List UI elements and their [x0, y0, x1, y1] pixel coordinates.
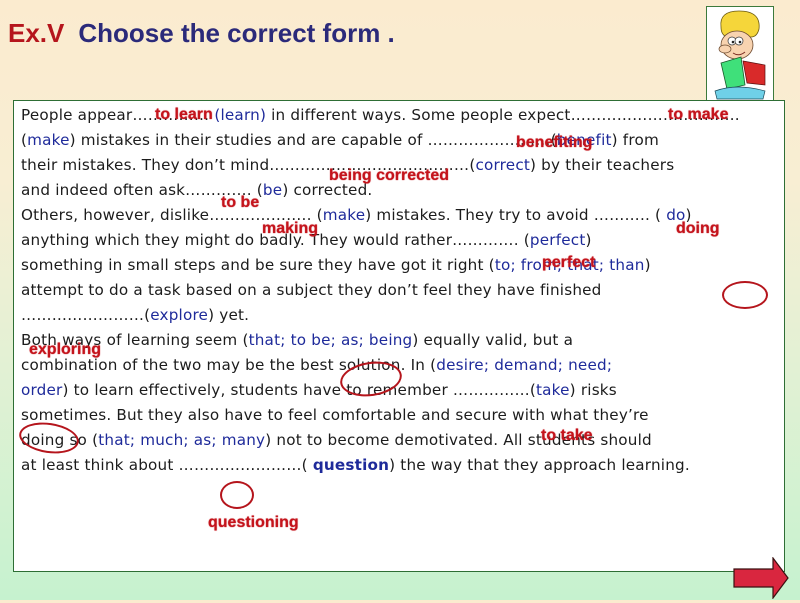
answer-doing: doing — [676, 220, 720, 237]
verb-hint: explore — [150, 306, 209, 324]
verb-hint: that; to be; as; being — [248, 331, 413, 349]
sentence-text: ) not to become demotivated. All student… — [265, 431, 652, 449]
answer-to-be: to be — [221, 194, 260, 211]
answer-perfect: perfect — [542, 254, 596, 271]
exercise-line: (make) mistakes in their studies and are… — [21, 128, 781, 153]
sentence-text: ) the way that they approach learning. — [389, 456, 690, 474]
sentence-text: ) risks — [569, 381, 617, 399]
exercise-line: People appear…………… (learn) in different … — [21, 103, 781, 128]
exercise-line: order) to learn effectively, students ha… — [21, 378, 781, 403]
answer-to-take: to take — [541, 427, 593, 444]
sentence-text: at least think about ……………………( — [21, 456, 313, 474]
answer-being-corrected: being corrected — [329, 167, 450, 184]
answer-circle-question — [220, 481, 254, 509]
sentence-text: ……………………( — [21, 306, 151, 324]
exercise-text: People appear…………… (learn) in different … — [21, 103, 781, 478]
sentence-text: ) from — [611, 131, 659, 149]
sentence-text: ) — [585, 231, 592, 249]
answer-questioning: questioning — [208, 514, 299, 531]
sentence-text: ) mistakes in their studies and are capa… — [69, 131, 557, 149]
verb-hint: be — [262, 181, 283, 199]
sentence-text: attempt to do a task based on a subject … — [21, 281, 602, 299]
exercise-line: at least think about ……………………( question)… — [21, 453, 781, 478]
verb-hint: make — [27, 131, 70, 149]
exercise-number: Ex.V — [8, 18, 65, 48]
verb-hint: order — [21, 381, 63, 399]
answer-making: making — [262, 220, 319, 237]
verb-hint: make — [322, 206, 366, 224]
exercise-line: something in small steps and be sure the… — [21, 253, 781, 278]
verb-hint: desire; demand; need; — [436, 356, 613, 374]
exercise-line: attempt to do a task based on a subject … — [21, 278, 781, 303]
verb-hint: perfect — [529, 231, 586, 249]
answer-to-make: to make — [668, 106, 729, 123]
exercise-line: sometimes. But they also have to feel co… — [21, 403, 781, 428]
boy-reading-book-icon — [706, 6, 774, 102]
slide-title: Ex.V Choose the correct form . — [8, 18, 395, 49]
next-arrow-icon — [733, 556, 789, 600]
sentence-text: ) by their teachers — [530, 156, 675, 174]
answer-benefiting: benefiting — [516, 134, 593, 151]
sentence-text: ) — [644, 256, 651, 274]
exercise-line: Both ways of learning seem (that; to be;… — [21, 328, 781, 353]
sentence-text: something in small steps and be sure the… — [21, 256, 495, 274]
sentence-text: ) to learn effectively, students have to… — [62, 381, 536, 399]
exercise-line: anything which they might do badly. They… — [21, 228, 781, 253]
answer-circle-than — [722, 281, 768, 309]
sentence-text: ) mistakes. They try to avoid ……….. ( — [365, 206, 667, 224]
verb-hint: correct — [475, 156, 531, 174]
sentence-text: ) equally valid, but a — [412, 331, 574, 349]
sentence-text: ) yet. — [208, 306, 250, 324]
exercise-line: doing so (that; much; as; many) not to b… — [21, 428, 781, 453]
next-slide-button[interactable] — [733, 556, 789, 600]
answer-exploring: exploring — [29, 341, 102, 358]
exercise-line: ……………………(explore) yet. — [21, 303, 781, 328]
verb-hint: that; much; as; many — [98, 431, 266, 449]
verb-hint: question — [312, 456, 390, 474]
sentence-text: sometimes. But they also have to feel co… — [21, 406, 649, 424]
verb-hint: take — [536, 381, 570, 399]
exercise-line: Others, however, dislike……………….. (make) … — [21, 203, 781, 228]
exercise-instruction: Choose the correct form . — [78, 18, 395, 48]
answer-to-learn: to learn — [155, 106, 213, 123]
verb-hint: (learn) — [214, 106, 267, 124]
